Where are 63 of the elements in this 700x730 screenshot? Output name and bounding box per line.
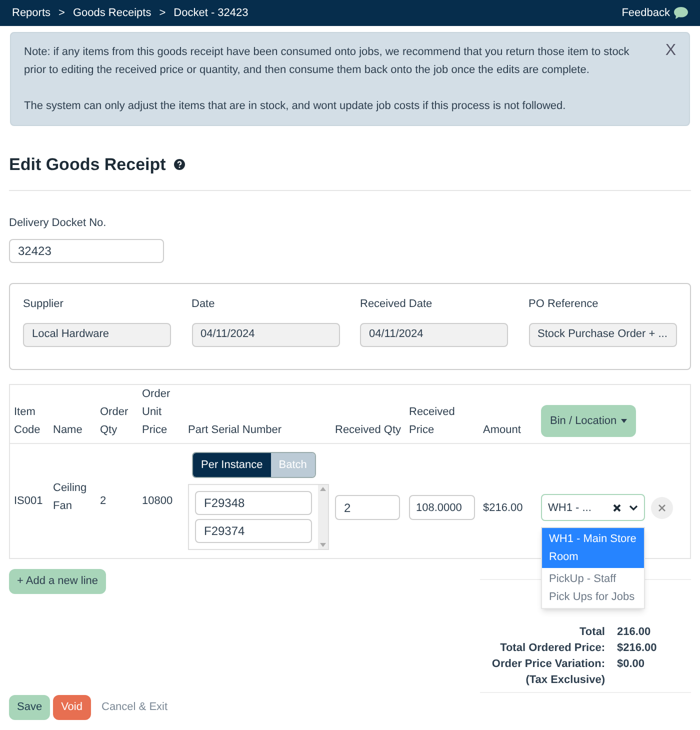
column-header: Amount [483,422,522,438]
total-value: 216.00 [617,625,652,640]
serial-input[interactable]: F29374 [195,519,312,543]
breadcrumb-separator: > [159,6,166,21]
total-value: $0.00 [617,657,646,672]
breadcrumb-link[interactable]: Goods Receipts [72,4,152,22]
readonly-field: Stock Purchase Order + ... [528,322,676,346]
dropdown-option[interactable]: PickUp - Staff Pick Ups for Jobs [542,568,644,608]
column-header: Received Price [409,404,456,438]
close-button[interactable]: X [665,43,676,59]
column-header: Order Qty [100,404,130,438]
received-qty-input[interactable]: 2 [335,495,400,520]
readonly-field: Local Hardware [23,322,171,346]
cancel-link[interactable]: Cancel & Exit [94,695,176,720]
field-label: Delivery Docket No. [9,216,108,230]
help-icon[interactable] [174,159,185,170]
add-line-button[interactable]: + Add a new line [9,569,106,594]
table-cell-text: 10800 [142,494,174,508]
table-cell-text: 2 [100,494,108,508]
serial-mode-toggle[interactable]: Per Instance [193,452,271,477]
field-label: PO Reference [528,297,600,312]
dropdown-option[interactable]: WH1 - Main Store Room [542,528,644,568]
total-value: $216.00 [617,641,658,656]
table-cell-text: Ceiling Fan [53,480,88,514]
column-header: Item Code [14,404,42,438]
remove-row-button[interactable] [651,496,673,519]
docket-number-input[interactable]: 32423 [9,239,164,263]
breadcrumb-separator: > [58,6,65,21]
readonly-field: 04/11/2024 [360,322,508,346]
serial-input[interactable]: F29348 [195,491,312,515]
scrollbar[interactable] [318,485,328,549]
save-button[interactable]: Save [9,695,50,720]
scroll-down-icon [320,543,326,547]
caret-icon [620,418,627,422]
column-header: Part Serial Number [188,422,283,438]
bin-location-button[interactable]: Bin / Location [541,404,636,436]
page-title: Edit Goods Receipt [9,154,166,176]
select-value: WH1 - ... [548,500,592,516]
received-price-input[interactable]: 108.0000 [409,495,475,520]
field-label: Date [192,297,216,312]
total-label: (Tax Exclusive) [524,673,605,688]
table-cell-text: $216.00 [483,500,524,516]
alert-text: The system can only adjust the items that are in stock, and wont update job costs if this process is not followed. [24,99,567,114]
column-header: Order Unit Price [142,386,172,438]
column-header: Name [53,422,84,438]
feedback-link[interactable]: Feedback [622,4,670,22]
breadcrumb-link[interactable]: Reports [12,4,51,22]
field-label: Supplier [23,297,64,312]
table-cell-text: IS001 [14,494,44,508]
total-label: Order Price Variation: [490,657,605,672]
breadcrumb-link[interactable]: Docket - 32423 [174,4,248,22]
clear-icon[interactable] [613,504,621,512]
location-select[interactable]: WH1 - ... [541,494,645,522]
alert-text: Note: if any items from this goods receipt have been consumed onto jobs, we recommend that you return those item to stock prior to editing the received price or quantity, and then consume them back onto the job once the edits are complete. [24,45,630,78]
chevron-down-icon [629,504,638,511]
column-header: Received Qty [335,422,402,438]
field-label: Received Date [360,297,434,312]
speech-bubble-icon [674,7,688,19]
scroll-up-icon [320,487,326,491]
total-label: Total [578,625,605,640]
total-label: Total Ordered Price: [499,641,605,656]
readonly-field: 04/11/2024 [192,322,340,346]
close-icon [658,504,666,512]
